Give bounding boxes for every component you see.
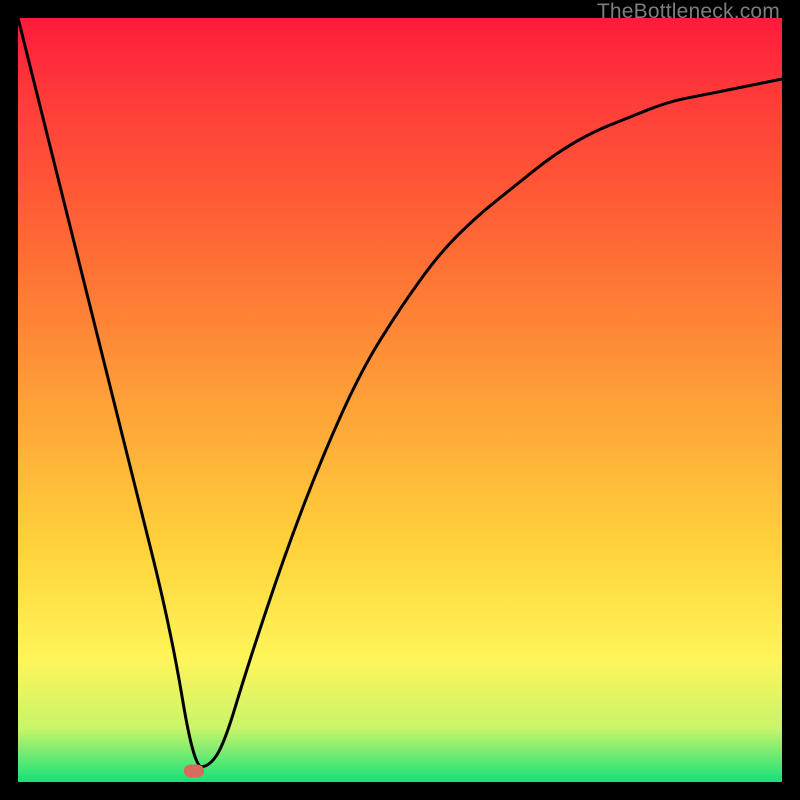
plot-area: [18, 18, 782, 782]
optimal-point-marker: [184, 764, 204, 777]
chart-frame: TheBottleneck.com: [0, 0, 800, 800]
bottleneck-curve: [18, 18, 782, 782]
